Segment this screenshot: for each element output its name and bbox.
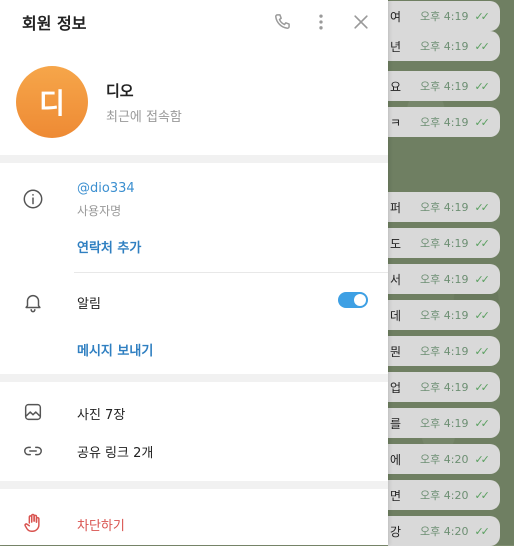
message-bubble[interactable]: 도 오후 4:19 ✓✓ xyxy=(388,228,500,258)
notifications-toggle[interactable] xyxy=(338,292,368,308)
read-check-icon: ✓✓ xyxy=(474,39,490,53)
message-time: 오후 4:19 xyxy=(420,417,469,430)
message-bubble[interactable]: 에 오후 4:20 ✓✓ xyxy=(388,444,500,474)
message-text: 도 xyxy=(390,236,402,251)
read-check-icon: ✓✓ xyxy=(474,452,490,466)
message-text: 에 xyxy=(390,452,402,467)
read-check-icon: ✓✓ xyxy=(474,344,490,358)
row-divider xyxy=(74,272,388,273)
message-time: 오후 4:20 xyxy=(420,525,469,538)
username-label: 사용자명 xyxy=(77,204,122,218)
photos-item[interactable]: 사진 7장 xyxy=(77,404,125,423)
read-check-icon: ✓✓ xyxy=(474,79,490,93)
close-icon[interactable] xyxy=(351,12,371,32)
message-bubble[interactable]: ㅋ 오후 4:19 ✓✓ xyxy=(388,107,500,137)
section-divider xyxy=(0,155,388,163)
avatar[interactable]: 디 xyxy=(16,66,88,138)
read-check-icon: ✓✓ xyxy=(474,272,490,286)
message-time: 오후 4:19 xyxy=(420,201,469,214)
link-icon xyxy=(22,440,44,462)
message-text: 서 xyxy=(390,272,402,287)
message-time: 오후 4:19 xyxy=(420,309,469,322)
last-seen-status: 최근에 접속함 xyxy=(106,110,182,125)
message-text: 여 xyxy=(390,9,402,24)
read-check-icon: ✓✓ xyxy=(474,380,490,394)
info-icon xyxy=(22,188,44,210)
message-text: 퍼 xyxy=(390,200,402,215)
message-text: ㅋ xyxy=(390,115,402,130)
read-check-icon: ✓✓ xyxy=(474,308,490,322)
message-bubble[interactable]: 강 오후 4:20 ✓✓ xyxy=(388,516,500,546)
read-check-icon: ✓✓ xyxy=(474,9,490,23)
message-bubble[interactable]: 면 오후 4:20 ✓✓ xyxy=(388,480,500,510)
add-contact-button[interactable]: 연락처 추가 xyxy=(77,237,141,256)
user-info-panel: 회원 정보 디 디오 최근에 접속함 @dio334 사용자명 연락처 추가 알… xyxy=(0,0,388,545)
read-check-icon: ✓✓ xyxy=(474,416,490,430)
read-check-icon: ✓✓ xyxy=(474,524,490,538)
message-text: 데 xyxy=(390,308,402,323)
message-bubble[interactable]: 서 오후 4:19 ✓✓ xyxy=(388,264,500,294)
panel-title: 회원 정보 xyxy=(22,14,87,33)
message-text: 년 xyxy=(390,39,402,54)
avatar-letter: 디 xyxy=(39,87,65,120)
message-time: 오후 4:19 xyxy=(420,116,469,129)
message-bubble[interactable]: 년 오후 4:19 ✓✓ xyxy=(388,31,500,61)
shared-links-item[interactable]: 공유 링크 2개 xyxy=(77,442,153,461)
message-time: 오후 4:20 xyxy=(420,489,469,502)
message-bubble[interactable]: 업 오후 4:19 ✓✓ xyxy=(388,372,500,402)
message-text: 뭔 xyxy=(390,344,402,359)
message-time: 오후 4:19 xyxy=(420,345,469,358)
message-time: 오후 4:19 xyxy=(420,40,469,53)
message-text: 강 xyxy=(390,524,402,539)
message-text: 요 xyxy=(390,79,402,94)
message-time: 오후 4:19 xyxy=(420,10,469,23)
message-time: 오후 4:19 xyxy=(420,381,469,394)
message-bubble[interactable]: 요 오후 4:19 ✓✓ xyxy=(388,71,500,101)
hand-block-icon xyxy=(22,512,44,534)
message-bubble[interactable]: 데 오후 4:19 ✓✓ xyxy=(388,300,500,330)
message-text: 면 xyxy=(390,488,402,503)
send-message-button[interactable]: 메시지 보내기 xyxy=(77,340,153,359)
message-time: 오후 4:19 xyxy=(420,237,469,250)
message-bubble[interactable]: 를 오후 4:19 ✓✓ xyxy=(388,408,500,438)
message-text: 를 xyxy=(390,416,402,431)
photo-icon xyxy=(22,401,44,423)
section-divider xyxy=(0,374,388,382)
username-link[interactable]: @dio334 xyxy=(77,181,135,196)
section-divider xyxy=(0,481,388,489)
message-bubble[interactable]: 뭔 오후 4:19 ✓✓ xyxy=(388,336,500,366)
message-bubble[interactable]: 여 오후 4:19 ✓✓ xyxy=(388,1,500,31)
message-time: 오후 4:19 xyxy=(420,273,469,286)
message-text: 업 xyxy=(390,380,402,395)
bell-icon xyxy=(22,291,44,313)
panel-header: 회원 정보 xyxy=(0,0,388,44)
phone-icon[interactable] xyxy=(272,12,292,32)
more-options-icon[interactable] xyxy=(311,12,331,32)
read-check-icon: ✓✓ xyxy=(474,200,490,214)
message-bubble[interactable]: 퍼 오후 4:19 ✓✓ xyxy=(388,192,500,222)
toggle-knob xyxy=(354,294,366,306)
message-time: 오후 4:19 xyxy=(420,80,469,93)
user-name: 디오 xyxy=(106,82,134,100)
read-check-icon: ✓✓ xyxy=(474,236,490,250)
notifications-label: 알림 xyxy=(77,297,101,312)
block-user-button[interactable]: 차단하기 xyxy=(77,515,125,534)
read-check-icon: ✓✓ xyxy=(474,115,490,129)
read-check-icon: ✓✓ xyxy=(474,488,490,502)
message-time: 오후 4:20 xyxy=(420,453,469,466)
